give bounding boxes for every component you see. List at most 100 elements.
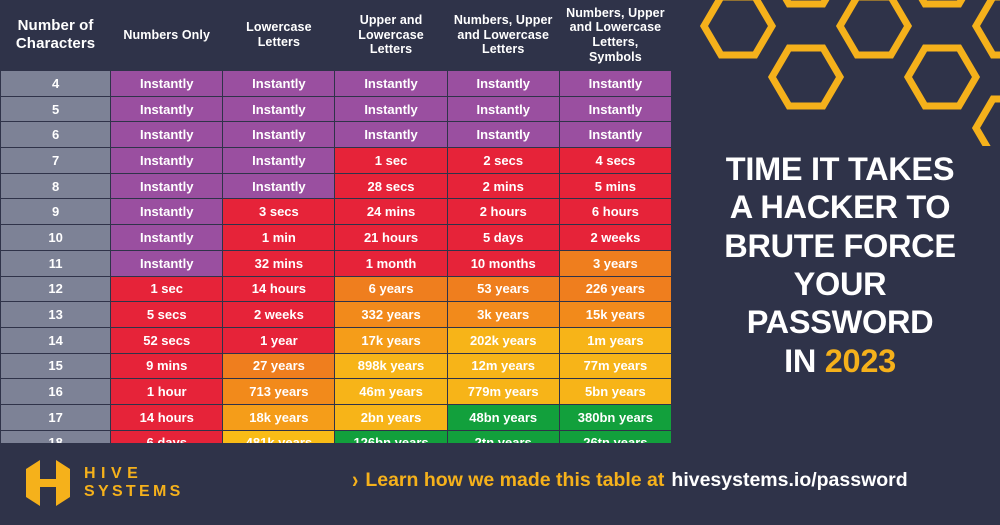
row-label-character-count: 4 [0,70,112,97]
crack-time-cell: 1m years [558,326,673,354]
crack-time-cell: 380bn years [558,403,673,431]
crack-time-cell: 5 secs [110,301,224,328]
crack-time-cell: 2 hours [446,198,560,226]
crack-time-cell: 3k years [446,301,560,328]
crack-time-cell: 2 weeks [558,224,673,251]
password-crack-time-table: Number of Characters Numbers Only Lowerc… [0,0,676,457]
column-header-lowercase: Lowercase Letters [222,0,335,71]
row-label-character-count: 13 [0,301,112,328]
learn-more-link[interactable]: › Learn how we made this table at hivesy… [352,467,908,494]
cta-url: hivesystems.io/password [671,469,908,491]
crack-time-cell: Instantly [110,172,224,200]
row-label-character-count: 11 [0,249,112,277]
infographic-poster: HIVE SYSTEMS Number of Characters Number… [0,0,1000,525]
crack-time-cell: 5 days [446,224,560,251]
chevron-right-icon: › [352,467,359,494]
crack-time-cell: 1 hour [110,378,224,405]
crack-time-cell: 332 years [334,301,448,328]
crack-time-cell: Instantly [446,70,560,97]
crack-time-cell: 12m years [446,352,560,380]
crack-time-cell: 1 sec [334,147,448,174]
crack-time-cell: Instantly [334,95,448,123]
crack-time-cell: 10 months [446,249,560,277]
crack-time-cell: 202k years [446,326,560,354]
column-header-numbers-only: Numbers Only [110,0,223,71]
cta-lead-text: Learn how we made this table at [365,469,665,491]
row-label-character-count: 5 [0,95,112,123]
crack-time-cell: Instantly [110,198,224,226]
crack-time-cell: 21 hours [334,224,448,251]
row-label-character-count: 9 [0,198,112,226]
honeycomb-decoration-icon [676,0,1000,146]
crack-time-cell: 4 secs [558,147,673,174]
logo-line-2: SYSTEMS [84,483,184,500]
page-title: TIME IT TAKES A HACKER TO BRUTE FORCE YO… [690,150,990,380]
crack-time-cell: Instantly [222,172,336,200]
table-row: 11 Instantly 32 mins 1 month 10 months 3 year… [0,249,673,277]
crack-time-cell: 2 secs [446,147,560,174]
hive-systems-logo[interactable]: HIVE SYSTEMS [22,455,184,511]
crack-time-cell: 5bn years [558,378,673,405]
crack-time-cell: 46m years [334,378,448,405]
table-body: 4 Instantly Instantly Instantly Instantly Ins… [0,70,673,457]
headline-in-label: IN [784,342,825,379]
crack-time-cell: 27 years [222,352,336,380]
row-label-character-count: 15 [0,352,112,380]
crack-time-cell: 226 years [558,275,673,303]
table-row: 14 52 secs 1 year 17k years 202k years 1m yea… [0,326,673,354]
crack-time-cell: Instantly [446,121,560,149]
crack-time-cell: 3 years [558,249,673,277]
table-row: 7 Instantly Instantly 1 sec 2 secs 4 secs [0,147,673,174]
crack-time-cell: 28 secs [334,172,448,200]
crack-time-cell: Instantly [110,121,224,149]
crack-time-cell: 5 mins [558,172,673,200]
crack-time-cell: 14 hours [222,275,336,303]
crack-time-cell: Instantly [222,147,336,174]
crack-time-cell: Instantly [446,95,560,123]
table-row: 6 Instantly Instantly Instantly Instantly Ins… [0,121,673,149]
row-label-character-count: 10 [0,224,112,251]
table-row: 10 Instantly 1 min 21 hours 5 days 2 weeks [0,224,673,251]
headline-line-3: BRUTE FORCE [724,227,956,264]
crack-time-cell: 17k years [334,326,448,354]
table-row: 17 14 hours 18k years 2bn years 48bn years 38… [0,403,673,431]
crack-time-cell: 1 month [334,249,448,277]
crack-time-cell: Instantly [222,95,336,123]
table-row: 8 Instantly Instantly 28 secs 2 mins 5 mins [0,172,673,200]
crack-time-cell: 14 hours [110,403,224,431]
crack-time-cell: 9 mins [110,352,224,380]
crack-time-cell: 32 mins [222,249,336,277]
crack-time-cell: 2 weeks [222,301,336,328]
table-row: 12 1 sec 14 hours 6 years 53 years 226 years [0,275,673,303]
table: Number of Characters Numbers Only Lowerc… [0,0,673,457]
row-label-character-count: 16 [0,378,112,405]
table-row: 4 Instantly Instantly Instantly Instantly Ins… [0,70,673,97]
crack-time-cell: 898k years [334,352,448,380]
crack-time-cell: 18k years [222,403,336,431]
crack-time-cell: 2 mins [446,172,560,200]
crack-time-cell: 3 secs [222,198,336,226]
crack-time-cell: 6 years [334,275,448,303]
crack-time-cell: 53 years [446,275,560,303]
table-row: 9 Instantly 3 secs 24 mins 2 hours 6 hours [0,198,673,226]
headline-line-5: PASSWORD [746,304,934,341]
crack-time-cell: 48bn years [446,403,560,431]
crack-time-cell: Instantly [110,147,224,174]
hive-systems-wordmark: HIVE SYSTEMS [84,465,184,501]
row-label-character-count: 7 [0,147,112,174]
crack-time-cell: Instantly [110,95,224,123]
column-header-upper-lower: Upper and Lowercase Letters [334,0,448,71]
crack-time-cell: 1 year [222,326,336,354]
row-label-character-count: 12 [0,275,112,303]
crack-time-cell: Instantly [558,121,673,149]
crack-time-cell: 15k years [558,301,673,328]
crack-time-cell: Instantly [110,70,224,97]
table-row: 16 1 hour 713 years 46m years 779m years 5bn … [0,378,673,405]
crack-time-cell: 77m years [558,352,673,380]
crack-time-cell: 1 sec [110,275,224,303]
crack-time-cell: Instantly [558,95,673,123]
logo-line-1: HIVE [84,465,144,483]
row-label-character-count: 6 [0,121,112,149]
column-header-numbers-upper-lower-symbols: Numbers, Upper and Lowercase Letters, Sy… [559,0,672,71]
table-row: 5 Instantly Instantly Instantly Instantly Ins… [0,95,673,123]
